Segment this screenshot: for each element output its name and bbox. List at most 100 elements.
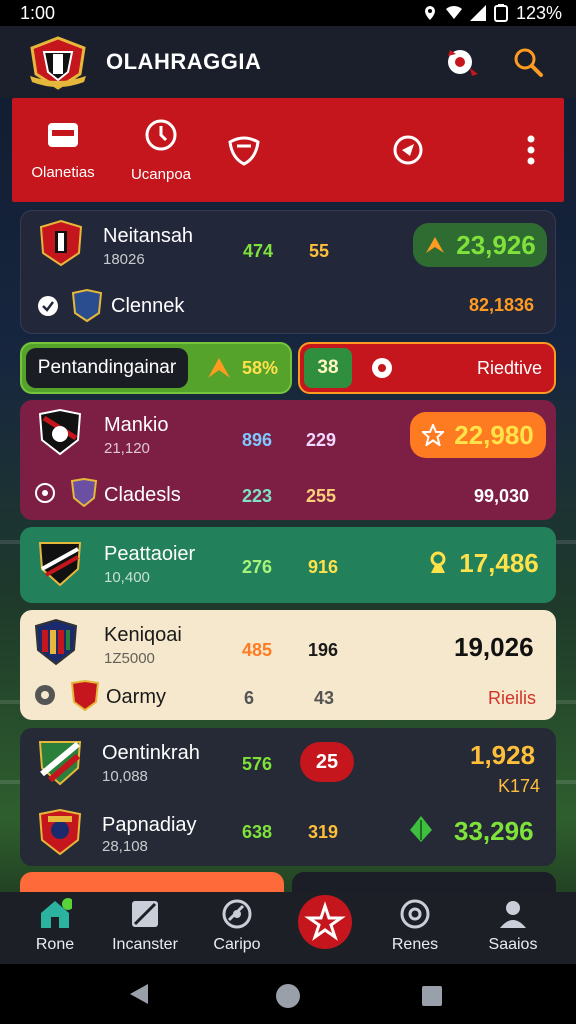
match-card-5[interactable]: Oentinkrah 10,088 576 25 1,928 K174 Papn…	[20, 728, 556, 866]
team-crest-small	[70, 680, 100, 712]
team-crest	[38, 808, 82, 856]
stat-2: 196	[308, 640, 339, 660]
home-icon	[41, 898, 72, 928]
score-badge[interactable]: 22,980	[410, 412, 546, 458]
score-sub: K174	[498, 776, 541, 796]
team-name: Oarmy	[106, 686, 166, 708]
tab-shield[interactable]	[224, 98, 264, 202]
system-nav-bar	[0, 964, 576, 1024]
check-icon	[38, 296, 58, 316]
star-center-icon	[298, 895, 352, 949]
team-name: Peattaoier	[104, 543, 196, 565]
more-vertical-icon	[527, 135, 535, 165]
stat-1: 638	[242, 822, 273, 842]
heart-icon	[372, 358, 392, 378]
match-card-1[interactable]: Neitansah 18026 474 55 23,926 Clennek 82…	[20, 210, 556, 334]
stat-1: 896	[242, 430, 273, 450]
team-sub: 18026	[103, 251, 145, 268]
stat-2: 229	[306, 430, 337, 450]
tab-target[interactable]	[390, 98, 430, 202]
team-name: Keniqoai	[104, 624, 182, 646]
stat-1: 485	[242, 640, 273, 660]
team-sub: 10,088	[102, 768, 148, 785]
settings-icon	[35, 483, 55, 503]
score-badge[interactable]: 17,486	[420, 543, 546, 583]
team-sub: 10,400	[104, 569, 150, 586]
home-circle-icon[interactable]	[274, 982, 302, 1010]
arrow-up-icon	[426, 237, 445, 253]
team-crest	[38, 408, 82, 456]
stat-2: 319	[308, 822, 339, 842]
team-name: Neitansah	[103, 225, 194, 247]
stat-2: 916	[308, 557, 339, 577]
score-value: 33,296	[454, 816, 534, 846]
card-icon	[48, 122, 78, 147]
stat-2: 43	[314, 688, 335, 708]
search-button[interactable]	[508, 42, 548, 82]
promo-count: 38	[304, 348, 352, 388]
club-logo[interactable]	[28, 34, 88, 90]
app-header: OLAHRAGGIA	[0, 26, 576, 98]
battery-level: 123%	[515, 2, 562, 23]
bottom-nav: Rone Incanster Caripo Renes Saaios	[0, 892, 576, 964]
team-name: Clennek	[111, 295, 185, 317]
score-value: 19,026	[454, 632, 534, 662]
tab-more[interactable]	[516, 98, 546, 202]
location-icon	[424, 6, 435, 20]
settings-icon	[35, 685, 55, 705]
team-sub: 28,108	[102, 838, 148, 855]
live-badge[interactable]: 25	[300, 742, 354, 782]
top-tab-bar: Olanetias Ucanpoa	[12, 98, 564, 202]
signal-icon	[469, 5, 486, 21]
score-label: Rieilis	[488, 688, 537, 708]
stat-1: 474	[243, 241, 274, 261]
match-card-4[interactable]: Keniqoai 1Z5000 485 196 19,026 Oarmy 6 4…	[20, 610, 556, 720]
profile-icon	[500, 901, 526, 928]
match-card-2[interactable]: Mankio 21,120 896 229 22,980 Cladesls 22…	[20, 400, 556, 520]
nav-saaios[interactable]: Saaios	[468, 898, 558, 954]
team-sub: 1Z5000	[104, 650, 155, 667]
nav-caripo[interactable]: Caripo	[192, 898, 282, 954]
battery-icon	[493, 4, 508, 22]
score-badge[interactable]: 23,926	[413, 223, 547, 267]
promo-left[interactable]: Pentandingainar 58%	[20, 342, 292, 394]
stat-2: 55	[309, 241, 330, 261]
tab-ucanpoa[interactable]: Ucanpoa	[120, 98, 202, 202]
team-crest	[39, 219, 83, 267]
team-crest-small	[70, 478, 98, 508]
stat-1: 223	[242, 486, 273, 506]
nav-center[interactable]	[280, 894, 370, 950]
tab-olanetias[interactable]: Olanetias	[28, 98, 98, 202]
mascot-icon	[448, 50, 478, 76]
team-sub: 21,120	[104, 440, 150, 457]
leaf-icon	[410, 816, 432, 842]
stat-1: 276	[242, 557, 273, 577]
stat-1: 576	[242, 754, 273, 774]
team-crest	[38, 542, 82, 587]
team-name: Papnadiay	[102, 814, 197, 836]
clock-icon	[145, 119, 177, 150]
back-icon[interactable]	[128, 982, 150, 1006]
match-card-3[interactable]: Peattaoier 10,400 276 916 17,486	[20, 527, 556, 603]
wifi-icon	[445, 5, 462, 20]
status-time: 1:00	[20, 2, 56, 23]
notification-button[interactable]	[442, 42, 482, 82]
nav-incanster[interactable]: Incanster	[100, 898, 190, 954]
recents-icon[interactable]	[420, 984, 444, 1008]
score-value: 1,928	[470, 740, 536, 770]
shield-heart-icon	[228, 136, 260, 166]
promo-right[interactable]: 38 Riedtive	[298, 342, 556, 394]
team-crest-small	[71, 289, 103, 323]
nav-home[interactable]: Rone	[10, 898, 100, 954]
team-crest	[34, 618, 78, 666]
score-value: 82,1836	[469, 295, 535, 315]
team-name: Mankio	[104, 414, 169, 436]
target-icon	[393, 135, 423, 165]
target-nav-icon	[400, 899, 430, 929]
team-crest	[38, 741, 82, 786]
stat-2: 255	[306, 486, 337, 506]
pitch-icon	[132, 901, 158, 927]
app-title: OLAHRAGGIA	[106, 49, 262, 74]
trophy-icon	[430, 551, 446, 573]
nav-renes[interactable]: Renes	[370, 898, 460, 954]
